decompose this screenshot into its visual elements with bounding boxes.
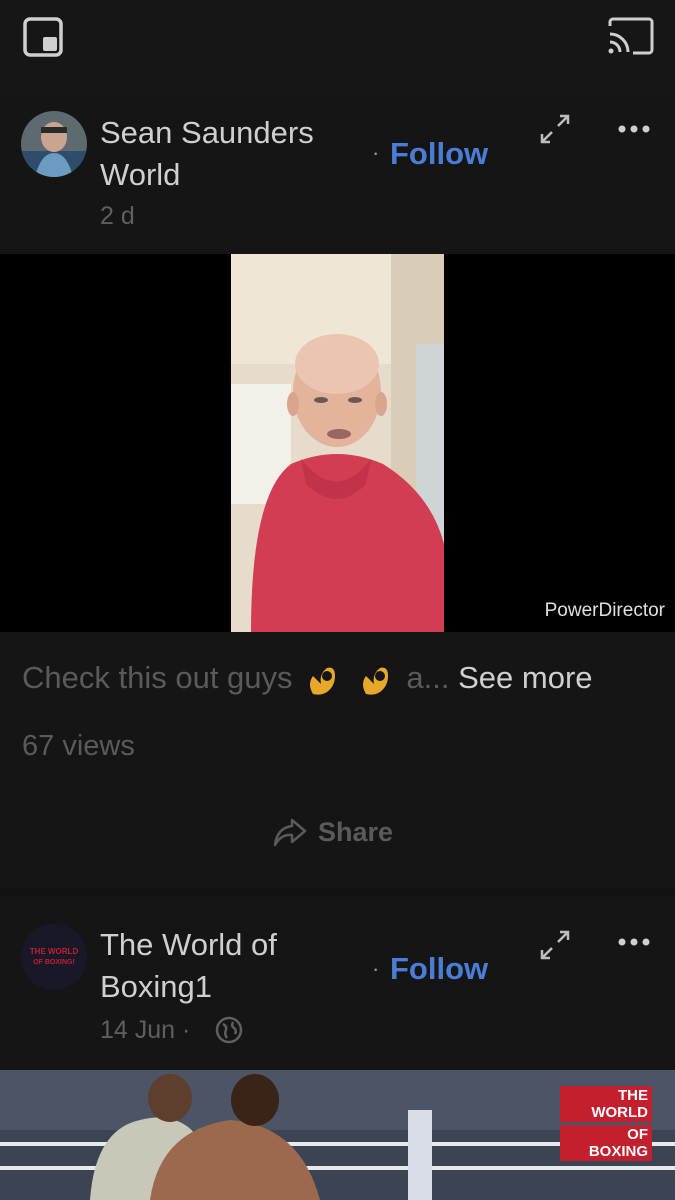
share-button[interactable]: Share: [272, 812, 393, 852]
author-name-line2[interactable]: Boxing1: [100, 966, 277, 1008]
follow-button[interactable]: Follow: [390, 951, 488, 987]
author-name[interactable]: Sean Saunders World: [100, 112, 314, 196]
svg-text:THE WORLD: THE WORLD: [30, 947, 79, 956]
post-time: 14 Jun ·: [100, 1016, 190, 1045]
video-watermark: PowerDirector: [544, 600, 665, 621]
caption-truncated: a...: [406, 660, 450, 695]
view-count: 67 views: [22, 730, 135, 762]
follow-button[interactable]: Follow: [390, 136, 488, 172]
avatar[interactable]: THE WORLD OF BOXING!: [21, 924, 87, 990]
badge-line1: THE WORLD: [560, 1086, 652, 1122]
post-time: 2 d: [100, 202, 135, 230]
badge-line2: OF BOXING: [560, 1125, 652, 1161]
top-bar: [0, 0, 675, 90]
post-card: THE WORLD OF BOXING! The World of Boxing…: [0, 896, 675, 1200]
avatar-logo: THE WORLD OF BOXING!: [21, 924, 87, 990]
more-icon[interactable]: [616, 936, 652, 948]
channel-badge: THE WORLD OF BOXING: [560, 1086, 652, 1164]
expand-icon[interactable]: [538, 112, 572, 146]
author-name-line1[interactable]: The World of: [100, 924, 277, 966]
avatar[interactable]: [21, 111, 87, 177]
post-caption[interactable]: Check this out guys a... See more: [22, 660, 593, 696]
post-card: Sean Saunders World · Follow 2 d PowerDi…: [0, 90, 675, 888]
ok-hand-emoji: [310, 667, 336, 695]
separator-dot: ·: [372, 140, 380, 165]
picture-in-picture-icon[interactable]: [22, 16, 64, 58]
separator-dot: ·: [372, 956, 380, 981]
ok-hand-emoji: [362, 667, 388, 695]
caption-text: Check this out guys: [22, 660, 293, 695]
video-frame: [231, 254, 444, 632]
globe-icon: [215, 1016, 243, 1044]
see-more-link[interactable]: See more: [458, 660, 592, 695]
author-name-line2[interactable]: World: [100, 154, 314, 196]
share-arrow-icon: [273, 818, 307, 847]
video-player[interactable]: PowerDirector: [0, 254, 675, 632]
author-name[interactable]: The World of Boxing1: [100, 924, 277, 1008]
cast-icon[interactable]: [606, 16, 654, 56]
post-date: 14 Jun: [100, 1016, 176, 1044]
video-thumbnail[interactable]: THE WORLD OF BOXING: [0, 1070, 675, 1200]
svg-text:OF BOXING!: OF BOXING!: [33, 959, 75, 966]
expand-icon[interactable]: [538, 928, 572, 962]
more-icon[interactable]: [616, 123, 652, 135]
author-name-line1[interactable]: Sean Saunders: [100, 112, 314, 154]
share-label: Share: [318, 816, 394, 847]
separator-dot: ·: [182, 1016, 191, 1044]
